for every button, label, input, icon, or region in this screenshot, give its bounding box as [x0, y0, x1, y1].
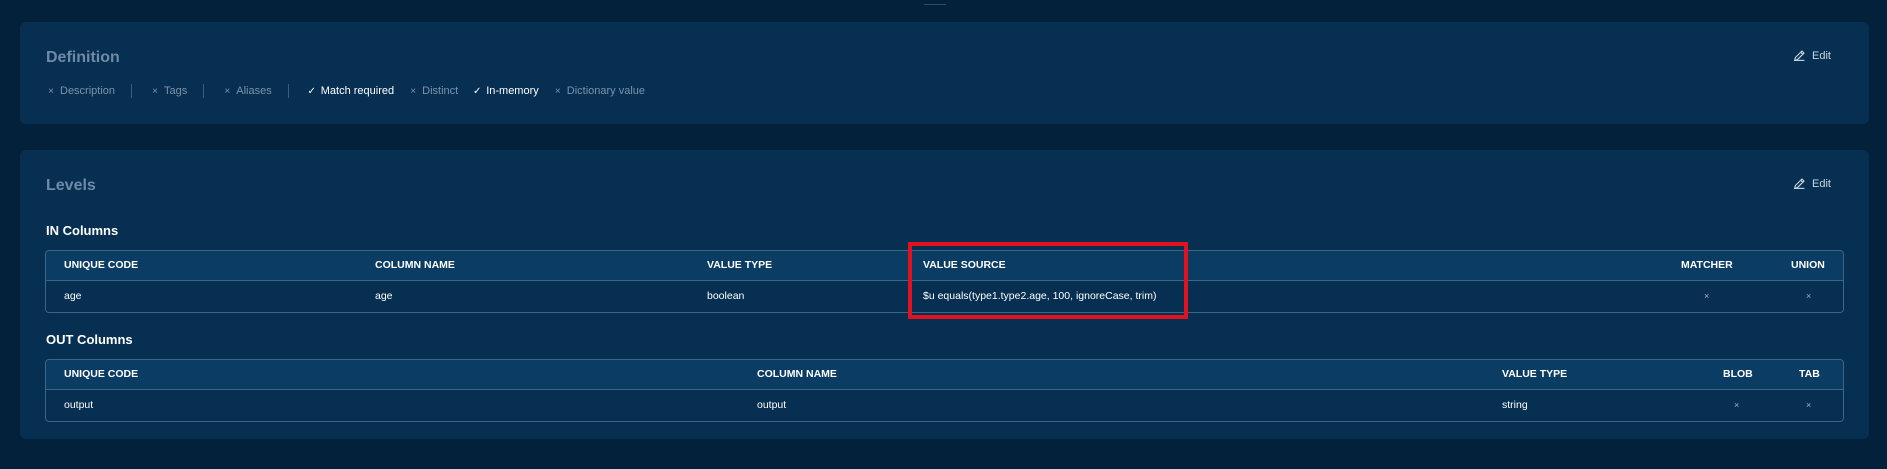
header-value-type: VALUE TYPE [1502, 368, 1568, 380]
x-icon: × [554, 85, 561, 97]
cell-value-type: boolean [707, 290, 745, 302]
out-columns-label: OUT Columns [46, 332, 133, 347]
x-icon: × [224, 85, 231, 97]
header-column-name: COLUMN NAME [757, 368, 837, 380]
flag-label: Match required [320, 85, 395, 97]
header-blob: BLOB [1723, 368, 1753, 380]
definition-edit-label: Edit [1812, 49, 1831, 62]
flag-label: Description [60, 85, 116, 97]
table-row[interactable]: output output string × × [46, 390, 1843, 421]
cell-unique-code: age [64, 290, 82, 302]
x-icon: × [152, 85, 158, 97]
flag-label: In-memory [486, 85, 539, 97]
levels-edit-button[interactable]: Edit [1793, 177, 1831, 190]
flag-label: Tags [164, 85, 188, 97]
flag-description: × Description [46, 85, 115, 97]
cell-column-name: age [375, 290, 393, 302]
tab-x-icon: × [1806, 400, 1812, 410]
x-icon: × [410, 85, 417, 97]
header-value-type: VALUE TYPE [707, 259, 773, 271]
cell-column-name: output [757, 399, 787, 411]
flag-label: Aliases [236, 85, 272, 97]
flag-distinct: × Distinct [408, 85, 458, 97]
check-icon: ✓ [472, 85, 482, 97]
header-unique-code: UNIQUE CODE [64, 259, 139, 271]
pencil-icon [1793, 178, 1805, 190]
flag-label: Distinct [422, 85, 459, 97]
flag-aliases: × Aliases [222, 85, 271, 97]
definition-card: Definition Edit × Description × Tags × A… [20, 22, 1869, 124]
divider [131, 84, 133, 98]
value-source-highlight-box [908, 242, 1188, 319]
cell-unique-code: output [64, 399, 94, 411]
flag-dictionary-value: × Dictionary value [553, 85, 645, 97]
definition-edit-button[interactable]: Edit [1793, 49, 1831, 62]
x-icon: × [48, 85, 54, 97]
flag-label: Dictionary value [566, 85, 646, 97]
flag-in-memory: ✓ In-memory [472, 85, 539, 97]
divider [203, 84, 205, 98]
union-x-icon: × [1806, 291, 1812, 301]
header-column-name: COLUMN NAME [375, 259, 455, 271]
header-tab: TAB [1799, 368, 1820, 380]
levels-edit-label: Edit [1812, 177, 1831, 190]
drag-handle[interactable] [924, 4, 946, 5]
in-columns-label: IN Columns [46, 223, 119, 238]
flag-match-required: ✓ Match required [307, 85, 395, 97]
out-columns-table: UNIQUE CODE COLUMN NAME VALUE TYPE BLOB … [45, 359, 1844, 422]
divider [287, 84, 289, 98]
pencil-icon [1793, 50, 1805, 62]
definition-title: Definition [46, 49, 120, 66]
header-unique-code: UNIQUE CODE [64, 368, 139, 380]
check-icon: ✓ [307, 85, 316, 97]
levels-title: Levels [46, 177, 96, 194]
cell-value-type: string [1502, 399, 1528, 411]
blob-x-icon: × [1734, 400, 1740, 410]
flag-tags: × Tags [150, 85, 187, 97]
table-header: UNIQUE CODE COLUMN NAME VALUE TYPE BLOB … [46, 360, 1843, 390]
matcher-x-icon: × [1704, 291, 1710, 301]
header-union: UNION [1791, 259, 1825, 271]
header-matcher: MATCHER [1681, 259, 1733, 271]
definition-flags: × Description × Tags × Aliases ✓ Match r… [46, 84, 659, 98]
